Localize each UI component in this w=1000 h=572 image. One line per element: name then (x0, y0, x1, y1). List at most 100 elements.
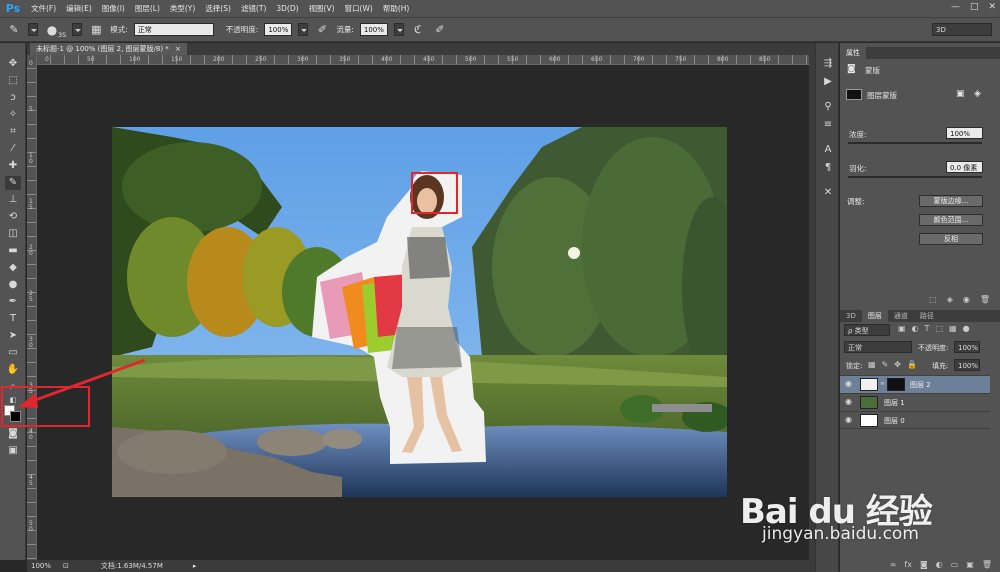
visibility-eye-icon[interactable]: ◉ (845, 379, 852, 388)
lock-transparent-icon[interactable]: ▦ (868, 360, 876, 369)
visibility-eye-icon[interactable]: ◉ (845, 397, 852, 406)
mask-type-label: 图层蒙版 (867, 91, 897, 100)
document-image[interactable] (112, 127, 727, 497)
layer-kind-filter[interactable]: ρ 类型 (844, 324, 890, 336)
link-layers-icon[interactable]: ∞ (890, 560, 897, 572)
disable-mask-icon[interactable]: ◉ (963, 295, 970, 307)
fill-input[interactable]: 100% (954, 359, 980, 371)
tab-properties[interactable]: 属性 (840, 47, 866, 59)
density-input[interactable]: 100% (946, 127, 983, 139)
adjust-label: 调整: (847, 197, 865, 206)
tab-layers[interactable]: 图层 (861, 310, 888, 322)
layers-footer: ∞ fx ◙ ◐ ▭ ▣ 🗑 (840, 560, 1000, 572)
filter-shape-icon[interactable]: ⬚ (935, 324, 943, 333)
density-slider[interactable] (848, 142, 982, 144)
delete-mask-icon[interactable]: 🗑 (980, 295, 990, 307)
lock-pixels-icon[interactable]: ✎ (882, 360, 889, 369)
flow-dropdown[interactable] (393, 23, 404, 36)
minimize-button[interactable]: — (951, 2, 960, 12)
mask-edge-button[interactable]: 蒙版边缘... (919, 195, 983, 207)
invert-button[interactable]: 反相 (919, 233, 983, 245)
lock-icons: ▦ ✎ ✥ 🔒 (868, 360, 917, 369)
status-bar: 100% ⊡ 文档:1.63M/4.57M ▸ (27, 560, 809, 572)
tab-paths[interactable]: 路径 (914, 310, 940, 322)
tools-panel-icon[interactable]: ✕ (821, 186, 835, 200)
vector-mask-icon[interactable]: ◈ (974, 89, 981, 99)
screen-mode-icon[interactable]: ▣ (5, 444, 21, 458)
ruler-tick-label: 250 (255, 56, 267, 63)
filter-pixel-icon[interactable]: ▣ (898, 324, 906, 333)
pressure-opacity-icon[interactable]: ✐ (314, 22, 330, 38)
new-group-icon[interactable]: ▭ (951, 560, 959, 572)
tab-3d[interactable]: 3D (840, 310, 862, 322)
mask-thumbnail (846, 89, 862, 100)
annotation-arrow (29, 358, 146, 404)
flow-input[interactable]: 100% (359, 23, 388, 36)
layer-link-icon: ∞ (880, 380, 885, 387)
status-info-icon[interactable]: ⊡ (63, 562, 69, 570)
paragraph-panel-icon[interactable]: ¶ (821, 161, 835, 175)
fill-label: 填充: (932, 362, 949, 370)
ruler-tick-label: 450 (423, 56, 435, 63)
menu-filter[interactable]: 滤镜(T) (236, 3, 271, 14)
ruler-tick-label: 200 (213, 56, 225, 63)
pixel-mask-icon[interactable]: ▣ (956, 89, 965, 99)
menu-help[interactable]: 帮助(H) (378, 3, 415, 14)
apply-mask-icon[interactable]: ◈ (947, 295, 953, 307)
layer-mask-thumbnail[interactable] (887, 378, 905, 391)
load-selection-icon[interactable]: ⬚ (929, 295, 937, 307)
menu-window[interactable]: 窗口(W) (340, 3, 378, 14)
zoom-level[interactable]: 100% (31, 562, 51, 570)
filter-toggle-icon[interactable]: ● (963, 324, 970, 333)
layer-opacity-input[interactable]: 100% (954, 341, 980, 353)
menu-view[interactable]: 视图(V) (304, 3, 340, 14)
add-mask-icon[interactable]: ◙ (920, 560, 928, 572)
menu-select[interactable]: 选择(S) (200, 3, 236, 14)
adjustment-layer-icon[interactable]: ◐ (936, 560, 943, 572)
color-range-button[interactable]: 颜色范围... (919, 214, 983, 226)
ruler-tick-label: 700 (633, 56, 645, 63)
pressure-size-icon[interactable]: ✐ (432, 22, 448, 38)
feather-input[interactable]: 0.0 像素 (946, 161, 983, 173)
properties-header: 蒙版 (865, 66, 880, 75)
opacity-dropdown[interactable] (298, 23, 309, 36)
brush-panel-icon[interactable]: ≡ (821, 118, 835, 132)
layer-row-0[interactable]: ◉ 图层 0 (840, 411, 990, 429)
baidu-watermark-url: jingyan.baidu.com (762, 524, 919, 544)
actions-panel-icon[interactable]: ▶ (821, 75, 835, 89)
workspace-select[interactable]: 3D (932, 23, 992, 36)
filter-adjust-icon[interactable]: ◐ (912, 324, 919, 333)
menu-3d[interactable]: 3D(D) (271, 4, 303, 13)
maximize-button[interactable]: □ (970, 2, 979, 12)
lock-position-icon[interactable]: ✥ (894, 360, 901, 369)
character-panel-icon[interactable]: A (821, 143, 835, 157)
close-button[interactable]: ✕ (988, 2, 996, 12)
new-layer-icon[interactable]: ▣ (966, 560, 974, 572)
layer-style-icon[interactable]: fx (904, 560, 912, 572)
airbrush-icon[interactable]: ℭ (410, 22, 426, 38)
status-menu-arrow-icon[interactable]: ▸ (193, 562, 197, 570)
layer-row-1[interactable]: ◉ 图层 1 (840, 393, 990, 411)
annotation-box (1, 386, 90, 427)
layer-thumbnail (860, 414, 878, 427)
layer-thumbnail (860, 378, 878, 391)
feather-slider[interactable] (848, 176, 982, 178)
lock-all-icon[interactable]: 🔒 (907, 360, 917, 369)
tool-presets-icon[interactable]: ⚲ (821, 100, 835, 114)
filter-smart-icon[interactable]: ▦ (949, 324, 957, 333)
ruler-tick-label: 550 (507, 56, 519, 63)
layers-panel-tabs: 3D 图层 通道 路径 (840, 310, 1000, 322)
tab-channels[interactable]: 通道 (888, 310, 914, 322)
properties-footer: ⬚ ◈ ◉ 🗑 (840, 295, 1000, 307)
history-panel-icon[interactable]: ⇶ (821, 57, 835, 71)
ruler-tick-label: 750 (675, 56, 687, 63)
filter-type-icon[interactable]: T (925, 324, 930, 333)
ruler-tick-label: 500 (465, 56, 477, 63)
blend-mode-select[interactable]: 正常 (844, 341, 912, 353)
layer-row-2[interactable]: ◉ ∞ 图层 2 (840, 375, 990, 393)
delete-layer-icon[interactable]: 🗑 (982, 560, 992, 572)
ruler-tick-label: 4 5 (29, 474, 33, 487)
layer-opacity-label: 不透明度: (918, 344, 949, 352)
visibility-eye-icon[interactable]: ◉ (845, 415, 852, 424)
opacity-input[interactable]: 100% (264, 23, 293, 36)
